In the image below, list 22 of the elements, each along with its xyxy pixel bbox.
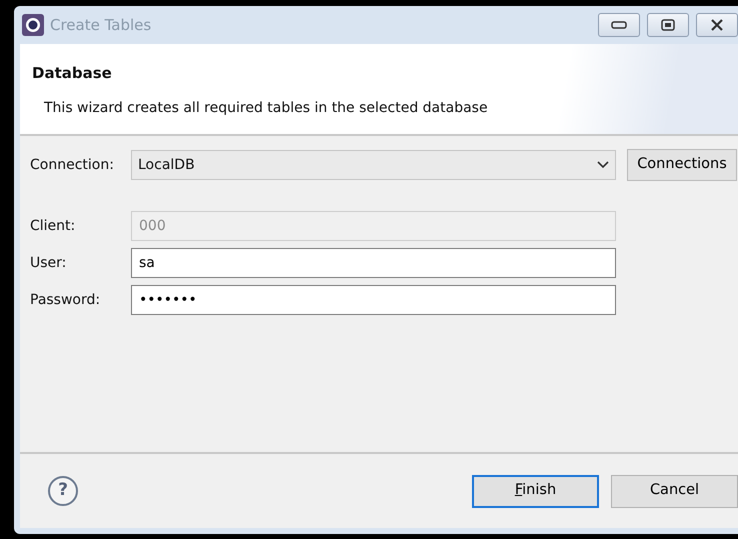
field-label: Password: xyxy=(30,290,102,310)
field-label: Client: xyxy=(30,216,76,236)
close-button[interactable] xyxy=(696,13,738,37)
maximize-icon xyxy=(661,19,675,31)
finish-button[interactable]: Finish xyxy=(472,474,599,508)
input-field[interactable]: sa xyxy=(131,248,616,278)
field-label: User: xyxy=(30,254,68,272)
cancel-button[interactable]: Cancel xyxy=(611,474,738,508)
minimize-icon xyxy=(611,21,627,29)
connection-dropdown[interactable]: LocalDB xyxy=(131,150,616,180)
app-icon xyxy=(22,14,44,36)
page-title: Database xyxy=(32,63,113,84)
input-field[interactable]: ••••••• xyxy=(131,285,616,315)
close-icon xyxy=(710,19,724,31)
connections-button[interactable]: Connections xyxy=(627,149,737,181)
window-title: Create Tables xyxy=(50,14,152,36)
help-button[interactable]: ? xyxy=(48,476,78,506)
field-label: Connection: xyxy=(30,156,115,174)
minimize-button[interactable] xyxy=(598,13,640,37)
page-description: This wizard creates all required tables in the selected database xyxy=(44,98,489,118)
chevron-icon xyxy=(597,161,609,169)
maximize-button[interactable] xyxy=(647,13,689,37)
